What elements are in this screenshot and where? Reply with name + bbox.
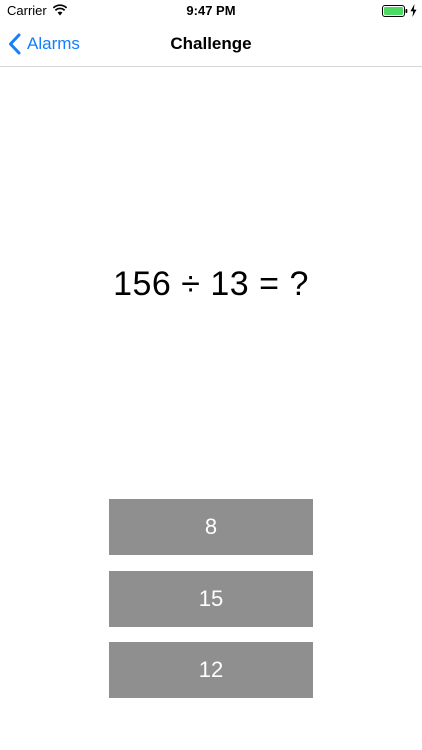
answer-button-1[interactable]: 8: [109, 499, 313, 555]
battery-icon: [382, 5, 408, 17]
math-question: 156 ÷ 13 = ?: [113, 265, 309, 303]
charging-icon: [410, 4, 417, 17]
navigation-bar: Alarms Challenge: [0, 22, 422, 67]
challenge-screen: Carrier 9:47 PM Alarms Challenge 156 ÷ 1…: [0, 0, 422, 750]
answer-label: 12: [198, 657, 224, 682]
answer-label: 8: [204, 514, 218, 539]
status-time: 9:47 PM: [186, 3, 236, 18]
page-title: Challenge: [170, 34, 252, 53]
answer-button-2[interactable]: 15: [109, 571, 313, 627]
answer-button-3[interactable]: 12: [109, 642, 313, 698]
status-bar: Carrier 9:47 PM: [0, 0, 422, 22]
answer-label: 15: [198, 586, 224, 611]
